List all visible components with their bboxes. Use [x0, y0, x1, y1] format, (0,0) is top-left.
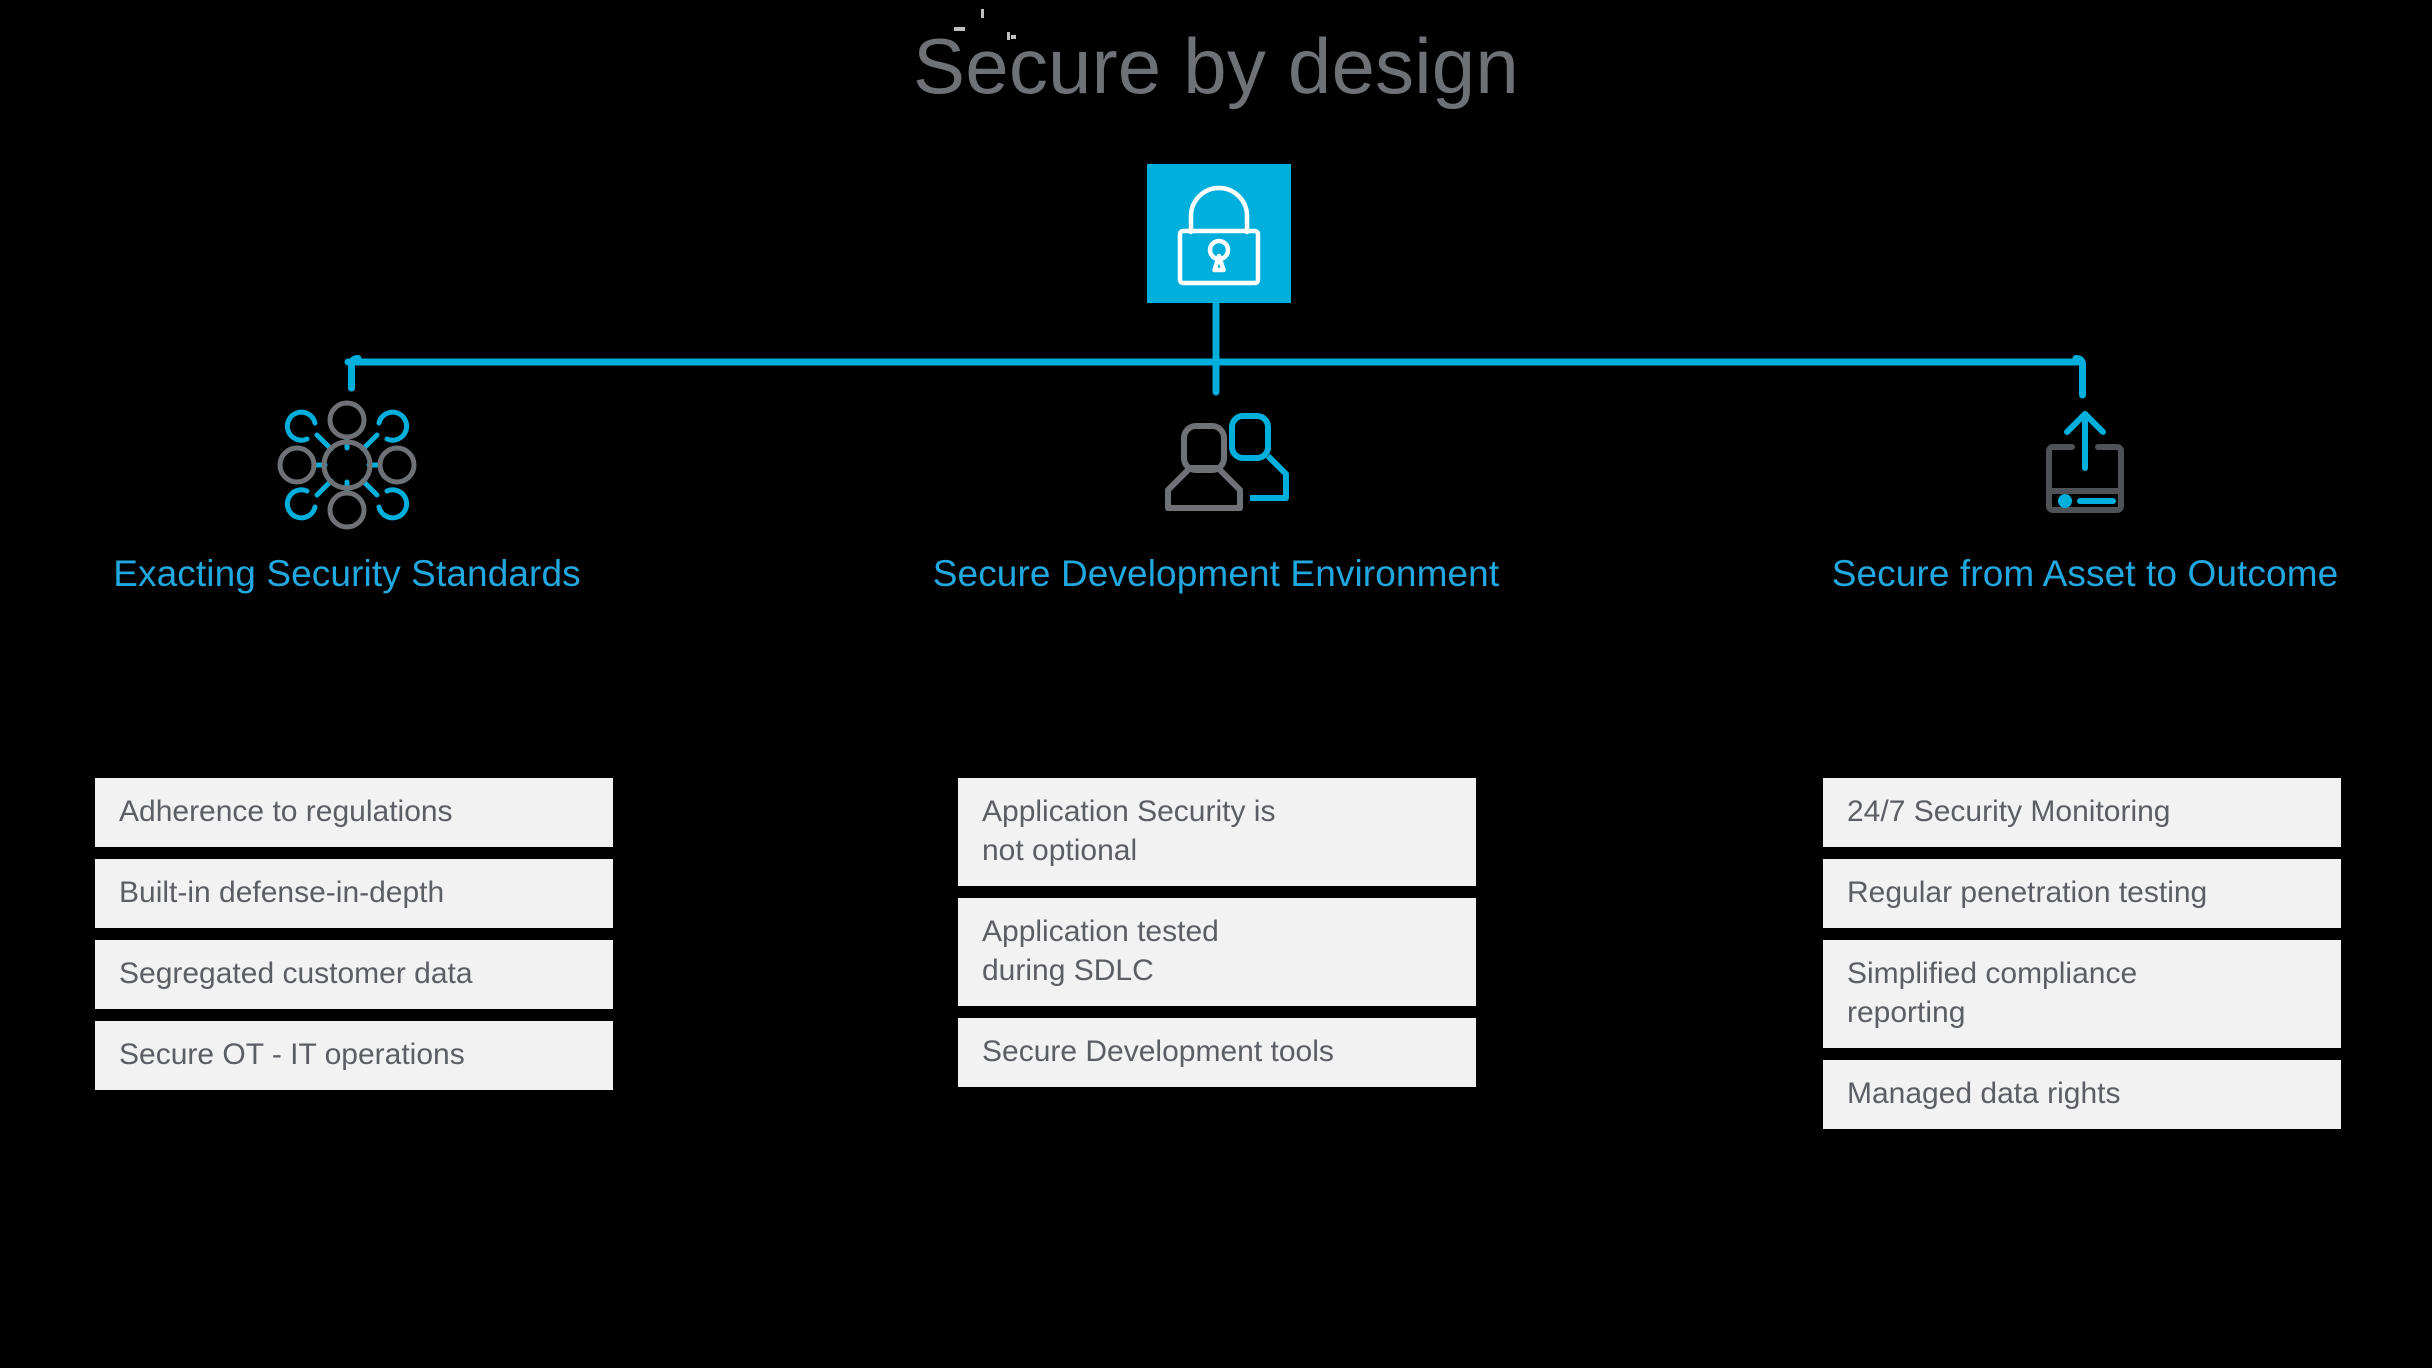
slide-canvas: Secure by design Exacting Security Stand… — [0, 0, 2432, 1368]
list-item[interactable]: Application tested during SDLC — [958, 898, 1476, 1006]
users-icon — [891, 390, 1541, 540]
column-secure-development-environment: Secure Development Environment — [891, 390, 1541, 596]
items-list-secure-from-asset-to-outcome: 24/7 Security Monitoring Regular penetra… — [1823, 778, 2341, 1141]
list-item[interactable]: Application Security is not optional — [958, 778, 1476, 886]
items-list-exacting-security-standards: Adherence to regulations Built-in defens… — [95, 778, 613, 1102]
column-title: Exacting Security Standards — [113, 553, 581, 594]
upload-device-icon — [1760, 390, 2410, 540]
list-item[interactable]: Adherence to regulations — [95, 778, 613, 847]
column-secure-from-asset-to-outcome: Secure from Asset to Outcome — [1760, 390, 2410, 596]
list-item[interactable]: Regular penetration testing — [1823, 859, 2341, 928]
list-item[interactable]: Built-in defense-in-depth — [95, 859, 613, 928]
list-item[interactable]: Secure Development tools — [958, 1018, 1476, 1087]
column-title: Secure from Asset to Outcome — [1831, 553, 2339, 594]
padlock-icon — [1147, 164, 1291, 303]
list-item[interactable]: Segregated customer data — [95, 940, 613, 1009]
items-list-secure-development-environment: Application Security is not optional App… — [958, 778, 1476, 1099]
list-item[interactable]: 24/7 Security Monitoring — [1823, 778, 2341, 847]
page-title: Secure by design — [913, 22, 1519, 110]
column-title: Secure Development Environment — [932, 553, 1500, 594]
list-item[interactable]: Managed data rights — [1823, 1060, 2341, 1129]
network-hub-icon — [22, 390, 672, 540]
list-item[interactable]: Secure OT - IT operations — [95, 1021, 613, 1090]
padlock-badge — [1147, 164, 1291, 303]
column-exacting-security-standards: Exacting Security Standards — [22, 390, 672, 596]
render-artifact — [981, 9, 984, 18]
list-item[interactable]: Simplified compliance reporting — [1823, 940, 2341, 1048]
